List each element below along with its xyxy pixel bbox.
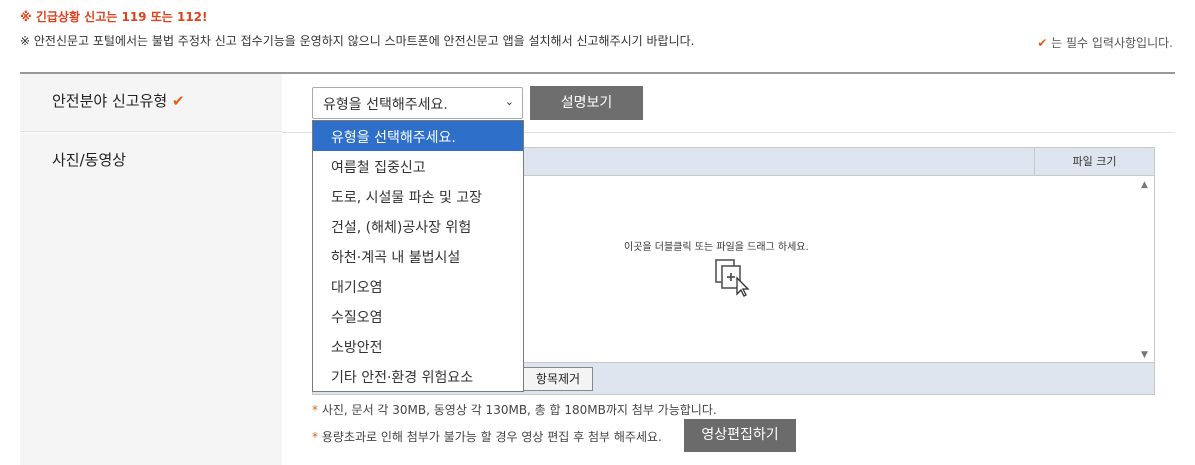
scroll-down-icon[interactable]: ▼ [1141,350,1148,360]
dropdown-option[interactable]: 도로, 시설물 파손 및 고장 [313,181,523,211]
report-type-label-text: 안전분야 신고유형 [52,92,168,110]
media-label-cell: 사진/동영상 [20,133,282,465]
dropdown-option[interactable]: 수질오염 [313,301,523,331]
portal-info-notice: ※ 안전신문고 포털에서는 불법 주정차 신고 접수기능을 운영하지 않으니 스… [20,34,695,48]
asterisk-marker: * [312,430,318,444]
dropdown-option[interactable]: 여름철 집중신고 [313,151,523,181]
asterisk-marker: * [312,403,318,417]
overflow-hint: * 용량초과로 인해 첨부가 불가능 할 경우 영상 편집 후 첨부 해주세요. [312,428,662,445]
file-add-icon [713,258,753,302]
overflow-text: 용량초과로 인해 첨부가 불가능 할 경우 영상 편집 후 첨부 해주세요. [321,430,662,444]
dropdown-option[interactable]: 건설, (해체)공사장 위험 [313,211,523,241]
chevron-down-icon: ⌄ [504,95,514,108]
dropdown-option[interactable]: 하천·계곡 내 불법시설 [313,241,523,271]
report-type-label: 안전분야 신고유형 ✔ [52,90,185,111]
video-edit-button[interactable]: 영상편집하기 [684,419,796,452]
check-icon: ✔ [1037,36,1048,50]
drop-zone-text: 이곳을 더블클릭 또는 파일을 드래그 하세요. [624,242,809,253]
required-field-note: ✔ 는 필수 입력사항입니다. [1037,34,1173,51]
report-type-select-value: 유형을 선택해주세요. [323,97,448,113]
check-icon: ✔ [171,92,185,110]
report-type-dropdown[interactable]: 유형을 선택해주세요. 여름철 집중신고 도로, 시설물 파손 및 고장 건설,… [312,120,524,392]
size-limit-text: 사진, 문서 각 30MB, 동영상 각 130MB, 총 합 180MB까지 … [321,403,717,417]
report-type-label-cell: 안전분야 신고유형 ✔ [20,74,282,132]
dropdown-option[interactable]: 소방안전 [313,331,523,361]
dropdown-option[interactable]: 유형을 선택해주세요. [313,121,523,151]
remove-item-button[interactable]: 항목제거 [523,367,593,391]
scroll-up-icon[interactable]: ▲ [1141,180,1148,190]
media-label: 사진/동영상 [52,151,127,169]
required-note-text: 는 필수 입력사항입니다. [1051,36,1173,50]
dropdown-option[interactable]: 기타 안전·환경 위험요소 [313,361,523,391]
size-limit-hint: * 사진, 문서 각 30MB, 동영상 각 130MB, 총 합 180MB까… [312,401,717,418]
emergency-notice: ※ 긴급상황 신고는 119 또는 112! [20,10,208,24]
explain-button[interactable]: 설명보기 [530,86,643,120]
file-size-column-header[interactable]: 파일 크기 [1034,148,1154,175]
dropdown-option[interactable]: 대기오염 [313,271,523,301]
file-list-scrollbar[interactable]: ▲ ▼ [1138,176,1154,362]
report-type-select[interactable]: 유형을 선택해주세요. ⌄ [312,87,523,119]
